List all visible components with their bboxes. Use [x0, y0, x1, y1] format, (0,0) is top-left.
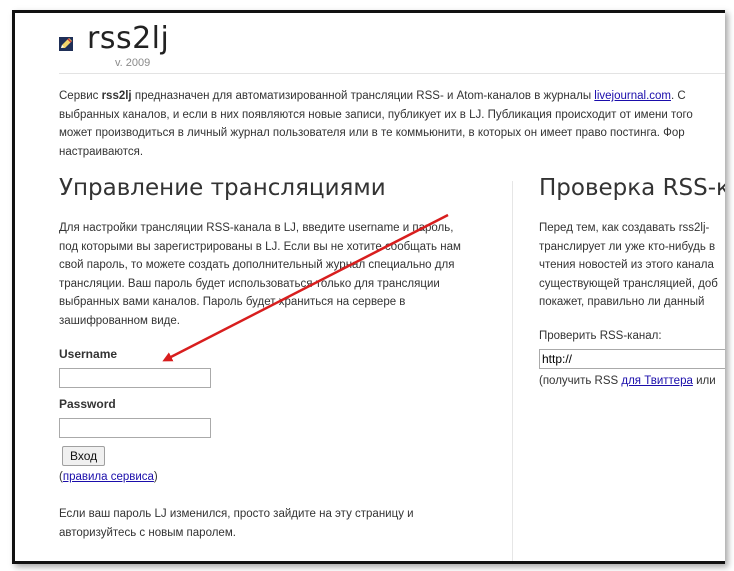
password-label: Password	[59, 397, 116, 411]
username-input[interactable]	[59, 368, 211, 388]
column-divider	[512, 181, 513, 561]
browser-viewport: rss2lj v. 2009 Сервис rss2lj предназначе…	[12, 10, 725, 564]
rules-line: (правила сервиса)	[59, 471, 158, 483]
version-label: v. 2009	[115, 57, 151, 69]
livejournal-link[interactable]: livejournal.com	[594, 90, 671, 102]
rules-link[interactable]: правила сервиса	[63, 471, 154, 483]
site-title: rss2lj	[87, 21, 170, 56]
manage-description: Для настройки трансляции RSS-канала в LJ…	[59, 222, 461, 327]
intro-line: Сервис rss2lj предназначен для автоматиз…	[59, 90, 686, 102]
manage-section: Управление трансляциями Для настройки тр…	[59, 175, 499, 542]
password-change-note: Если ваш пароль LJ изменился, просто зай…	[59, 508, 414, 539]
header-divider	[59, 73, 725, 74]
twitter-rss-hint: (получить RSS для Твиттера или	[539, 374, 716, 387]
password-input[interactable]	[59, 418, 211, 438]
check-heading: Проверка RSS-ка	[539, 175, 725, 201]
username-label: Username	[59, 347, 118, 361]
rss-url-input[interactable]	[539, 348, 725, 369]
twitter-rss-link[interactable]: для Твиттера	[621, 375, 693, 387]
login-button[interactable]: Вход	[62, 446, 106, 466]
pencil-logo-icon	[59, 37, 73, 51]
check-description: Перед тем, как создавать rss2lj- трансли…	[539, 222, 718, 308]
check-rss-label: Проверить RSS-канал:	[539, 329, 662, 342]
check-section: Проверка RSS-ка Перед тем, как создавать…	[539, 175, 725, 387]
intro-line: может производиться в личный журнал поль…	[59, 127, 685, 139]
intro-text: Сервис rss2lj предназначен для автоматиз…	[59, 87, 725, 161]
intro-line: настраиваются.	[59, 145, 144, 158]
manage-heading: Управление трансляциями	[59, 175, 386, 201]
intro-line: выбранных каналов, и если в них появляют…	[59, 108, 693, 121]
